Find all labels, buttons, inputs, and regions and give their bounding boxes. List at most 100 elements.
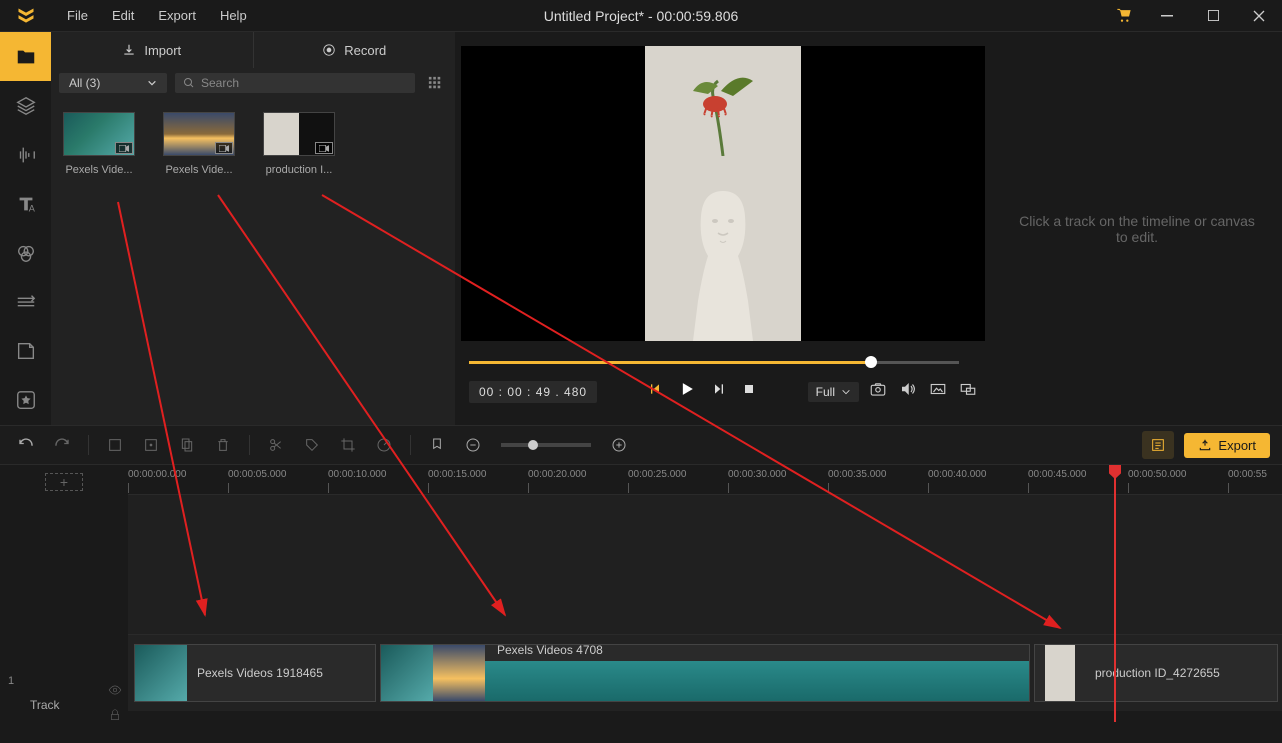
zoom-out-button[interactable]: [459, 431, 487, 459]
track-header[interactable]: Track: [0, 667, 128, 743]
ruler-tick: 00:00:20.000: [528, 469, 586, 480]
ruler-tick: 00:00:25.000: [628, 469, 686, 480]
undo-button[interactable]: [12, 431, 40, 459]
ruler-tick: 00:00:45.000: [1028, 469, 1086, 480]
lock-icon[interactable]: [108, 708, 122, 727]
timeline-left-panel: + 1 Track: [0, 465, 128, 722]
crop-button[interactable]: [334, 431, 362, 459]
timeline-clip[interactable]: Pexels Videos 1918465: [134, 644, 376, 702]
preview-timecode: 00 : 00 : 49 . 480: [469, 381, 597, 403]
preview-panel: 00 : 00 : 49 . 480 Full: [455, 32, 992, 425]
preview-seekbar[interactable]: [469, 361, 959, 365]
svg-text:A: A: [28, 203, 35, 213]
sidebar-audio-icon[interactable]: [0, 130, 51, 179]
tag-button[interactable]: [298, 431, 326, 459]
sidebar-transitions-icon[interactable]: [0, 278, 51, 327]
ruler-tick: 00:00:05.000: [228, 469, 286, 480]
media-thumbnail: [163, 112, 235, 156]
menu-file[interactable]: File: [57, 4, 98, 27]
menu-export[interactable]: Export: [148, 4, 206, 27]
project-title: Untitled Project* - 00:00:59.806: [544, 8, 739, 24]
volume-button[interactable]: [899, 380, 917, 403]
media-thumbnail: [263, 112, 335, 156]
fullscreen-button[interactable]: [959, 380, 977, 403]
timeline-clip[interactable]: Pexels Videos 4708: [380, 644, 1030, 702]
ruler-tick: 00:00:50.000: [1128, 469, 1186, 480]
ruler-tick: 00:00:35.000: [828, 469, 886, 480]
prev-frame-button[interactable]: [647, 381, 663, 402]
timeline-ruler[interactable]: 00:00:00.000 00:00:05.000 00:00:10.000 00:0…: [128, 465, 1282, 495]
marker-button[interactable]: [423, 431, 451, 459]
right-help-text: Click a track on the timeline or canvas …: [992, 32, 1282, 425]
close-button[interactable]: [1236, 0, 1282, 32]
chevron-down-icon: [841, 387, 851, 397]
export-label: Export: [1218, 438, 1256, 453]
delete-button[interactable]: [209, 431, 237, 459]
import-button[interactable]: Import: [51, 32, 254, 68]
media-item[interactable]: Pexels Vide...: [61, 112, 137, 176]
timeline-toolbar: Export: [0, 425, 1282, 465]
preview-canvas[interactable]: [461, 46, 985, 341]
snapshot-button[interactable]: [869, 380, 887, 403]
preview-size-label: Full: [816, 385, 835, 399]
app-logo-icon: [0, 0, 51, 32]
clip-label: Pexels Videos 4708: [497, 643, 603, 657]
record-label: Record: [344, 43, 386, 58]
video-badge-icon: [215, 142, 233, 154]
sidebar-stickers-icon[interactable]: [0, 327, 51, 376]
timeline-tracks[interactable]: 00:00:00.000 00:00:05.000 00:00:10.000 00:0…: [128, 465, 1282, 722]
play-button[interactable]: [677, 379, 697, 404]
tool-2[interactable]: [137, 431, 165, 459]
record-button[interactable]: Record: [254, 32, 456, 68]
media-thumbnail: [63, 112, 135, 156]
redo-button[interactable]: [48, 431, 76, 459]
media-item[interactable]: production I...: [261, 112, 337, 176]
timeline-clip[interactable]: production ID_4272655: [1034, 644, 1278, 702]
copy-button[interactable]: [173, 431, 201, 459]
ruler-tick: 00:00:55: [1228, 469, 1267, 480]
video-badge-icon: [115, 142, 133, 154]
video-track[interactable]: Pexels Videos 1918465 Pexels Videos 4708…: [128, 635, 1282, 711]
zoom-in-button[interactable]: [605, 431, 633, 459]
track-label: Track: [30, 698, 60, 712]
search-input[interactable]: Search: [175, 73, 415, 93]
sidebar-favorites-icon[interactable]: [0, 376, 51, 425]
sidebar-media-icon[interactable]: [0, 32, 51, 81]
search-placeholder: Search: [201, 76, 239, 90]
timeline: + 1 Track 00:00:00.00000:00:05.00000:00:…: [0, 465, 1282, 722]
visibility-icon[interactable]: [108, 683, 122, 702]
empty-track-area[interactable]: [128, 495, 1282, 635]
preview-size-dropdown[interactable]: Full: [808, 382, 859, 402]
store-icon[interactable]: [1104, 0, 1144, 32]
ruler-tick: 00:00:10.000: [328, 469, 386, 480]
sidebar-filters-icon[interactable]: [0, 229, 51, 278]
media-item-label: Pexels Vide...: [61, 164, 137, 176]
stop-button[interactable]: [741, 381, 757, 402]
window-controls: [1104, 0, 1282, 32]
timeline-settings-button[interactable]: [1142, 431, 1174, 459]
media-filter-dropdown[interactable]: All (3): [59, 73, 167, 93]
ruler-tick: 00:00:00.000: [128, 469, 186, 480]
menu-edit[interactable]: Edit: [102, 4, 144, 27]
filter-label: All (3): [69, 76, 100, 90]
media-item[interactable]: Pexels Vide...: [161, 112, 237, 176]
add-track-button[interactable]: +: [45, 473, 83, 491]
tool-1[interactable]: [101, 431, 129, 459]
sidebar-text-icon[interactable]: A: [0, 179, 51, 228]
speed-button[interactable]: [370, 431, 398, 459]
menu-help[interactable]: Help: [210, 4, 257, 27]
minimize-button[interactable]: [1144, 0, 1190, 32]
left-sidebar: A: [0, 32, 51, 425]
import-label: Import: [144, 43, 181, 58]
aspect-button[interactable]: [929, 380, 947, 403]
chevron-down-icon: [147, 78, 157, 88]
export-button[interactable]: Export: [1184, 433, 1270, 458]
next-frame-button[interactable]: [711, 381, 727, 402]
maximize-button[interactable]: [1190, 0, 1236, 32]
playhead[interactable]: [1114, 465, 1116, 722]
zoom-slider[interactable]: [501, 443, 591, 447]
split-button[interactable]: [262, 431, 290, 459]
search-icon: [183, 77, 195, 89]
view-grid-button[interactable]: [423, 71, 447, 95]
sidebar-layers-icon[interactable]: [0, 81, 51, 130]
